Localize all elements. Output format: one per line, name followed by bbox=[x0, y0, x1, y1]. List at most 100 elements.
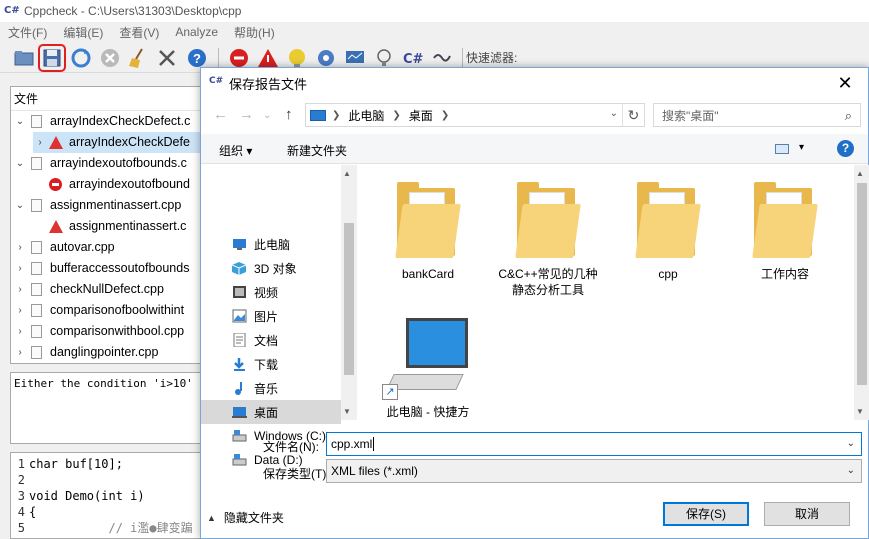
folder-item[interactable]: C&C++常见的几种静态分析工具 bbox=[493, 182, 603, 298]
view-options-icon[interactable] bbox=[775, 144, 789, 154]
menu-view[interactable]: 查看(V) bbox=[111, 24, 167, 41]
nav-scrollbar[interactable]: ▲ ▼ bbox=[341, 165, 357, 420]
menu-help[interactable]: 帮助(H) bbox=[226, 24, 283, 41]
file-icon bbox=[31, 262, 42, 275]
tree-row-label: bufferaccessoutofbounds bbox=[50, 261, 190, 275]
code-line: 1 char buf[10]; bbox=[11, 456, 207, 472]
folder-item[interactable]: cpp bbox=[613, 182, 723, 282]
tree-row[interactable]: › bufferaccessoutofbounds bbox=[13, 258, 189, 279]
nav-item-label: 3D 对象 bbox=[254, 261, 297, 276]
files-scrollbar[interactable]: ▲ ▼ bbox=[854, 165, 869, 420]
tree-row-label: assignmentinassert.c bbox=[69, 219, 187, 233]
chevron-right-icon[interactable]: › bbox=[13, 258, 27, 279]
recent-locations-chevron-icon[interactable]: ⌄ bbox=[263, 110, 271, 121]
tree-row[interactable]: assignmentinassert.c bbox=[33, 216, 186, 237]
settings-button[interactable] bbox=[155, 46, 179, 70]
tree-row[interactable]: ⌄ assignmentinassert.cpp bbox=[13, 195, 181, 216]
folder-item[interactable]: bankCard bbox=[373, 182, 483, 282]
help-icon[interactable]: ? bbox=[837, 140, 854, 157]
tree-row[interactable]: arrayindexoutofbound bbox=[33, 174, 190, 195]
dialog-title: 保存报告文件 bbox=[229, 76, 308, 92]
tree-row[interactable]: › comparisonofboolwithint bbox=[13, 300, 184, 321]
command-bar: 组织 ▾ 新建文件夹 ▾ ? bbox=[201, 134, 868, 164]
breadcrumb-desktop[interactable]: 桌面 bbox=[409, 107, 433, 124]
chevron-right-icon[interactable]: › bbox=[13, 342, 27, 363]
scroll-down-icon[interactable]: ▼ bbox=[856, 407, 864, 416]
tree-row[interactable]: ⌄ arrayIndexCheckDefect.c bbox=[13, 111, 190, 132]
scroll-thumb[interactable] bbox=[857, 183, 867, 385]
results-tree: 文件 ⌄ arrayIndexCheckDefect.c › arrayIndexCh… bbox=[10, 86, 208, 364]
chevron-down-icon[interactable]: ⌄ bbox=[610, 108, 618, 119]
clear-button[interactable] bbox=[126, 46, 150, 70]
up-arrow-icon[interactable]: ↑ bbox=[285, 106, 293, 123]
nav-item[interactable]: 文档 bbox=[201, 328, 341, 352]
forward-arrow-icon[interactable]: → bbox=[239, 106, 254, 123]
refresh-icon[interactable]: ↻ bbox=[622, 104, 644, 126]
tree-row[interactable]: › danglingpointer.cpp bbox=[13, 342, 158, 363]
menu-edit[interactable]: 编辑(E) bbox=[55, 24, 111, 41]
nav-item[interactable]: 音乐 bbox=[201, 376, 341, 400]
code-text: void Demo(int i) bbox=[29, 489, 145, 503]
nav-item[interactable]: 桌面 bbox=[201, 400, 341, 424]
search-icon: ⌕ bbox=[844, 108, 852, 123]
chevron-right-icon[interactable]: › bbox=[13, 321, 27, 342]
nav-item[interactable]: 3D 对象 bbox=[201, 256, 341, 280]
filetype-row: 保存类型(T): XML files (*.xml) ⌄ bbox=[201, 459, 868, 485]
code-line: 4{ bbox=[11, 504, 207, 520]
code-text: char buf[10]; bbox=[29, 457, 123, 471]
tree-row[interactable]: › comparisonwithbool.cpp bbox=[13, 321, 184, 342]
file-icon bbox=[31, 157, 42, 170]
filename-value: cpp.xml bbox=[331, 437, 373, 451]
file-icon bbox=[31, 346, 42, 359]
chevron-right-icon[interactable]: › bbox=[33, 132, 47, 153]
search-input[interactable]: 搜索"桌面" ⌕ bbox=[653, 103, 861, 127]
new-folder-button[interactable]: 新建文件夹 bbox=[287, 142, 347, 159]
scroll-up-icon[interactable]: ▲ bbox=[343, 169, 351, 178]
chevron-down-icon[interactable]: ⌄ bbox=[13, 153, 27, 174]
cppcheck-logo-icon: C# bbox=[4, 5, 20, 16]
open-folder-button[interactable] bbox=[12, 46, 36, 70]
nav-item[interactable]: 视频 bbox=[201, 280, 341, 304]
menu-file[interactable]: 文件(F) bbox=[0, 24, 55, 41]
tree-row[interactable]: › arrayIndexCheckDefe bbox=[33, 132, 207, 153]
chevron-down-icon[interactable]: ▾ bbox=[799, 142, 804, 153]
nav-item[interactable]: 图片 bbox=[201, 304, 341, 328]
save-confirm-button[interactable]: 保存(S) bbox=[663, 502, 749, 526]
folder-item[interactable]: 工作内容 bbox=[730, 182, 840, 282]
organize-menu[interactable]: 组织 ▾ bbox=[219, 142, 252, 159]
chevron-right-icon[interactable]: › bbox=[13, 237, 27, 258]
filename-input[interactable]: cpp.xml ⌄ bbox=[326, 432, 862, 456]
address-bar[interactable]: ❯ 此电脑 ❯ 桌面 ❯ ⌄ ↻ bbox=[305, 103, 645, 127]
shortcut-item[interactable]: ↗ 此电脑 - 快捷方 bbox=[373, 318, 483, 420]
chevron-right-icon[interactable]: › bbox=[13, 300, 27, 321]
tree-row[interactable]: ⌄ arrayindexoutofbounds.c bbox=[13, 153, 187, 174]
nav-item[interactable]: 下载 bbox=[201, 352, 341, 376]
nav-item[interactable]: 此电脑 bbox=[201, 232, 341, 256]
stop-button[interactable] bbox=[98, 46, 122, 70]
back-arrow-icon[interactable]: ← bbox=[213, 106, 228, 123]
scroll-up-icon[interactable]: ▲ bbox=[856, 169, 864, 178]
menu-analyze[interactable]: Analyze bbox=[167, 25, 226, 39]
cancel-button[interactable]: 取消 bbox=[764, 502, 850, 526]
tree-row[interactable]: › checkNullDefect.cpp bbox=[13, 279, 164, 300]
hide-folders-toggle[interactable]: ▲ 隐藏文件夹 bbox=[207, 509, 284, 526]
chevron-right-icon[interactable]: › bbox=[13, 279, 27, 300]
chevron-down-icon[interactable]: ⌄ bbox=[13, 111, 27, 132]
save-button[interactable] bbox=[38, 44, 66, 72]
save-report-dialog: C# 保存报告文件 ✕ ← → ⌄ ↑ ❯ 此电脑 ❯ 桌面 ❯ ⌄ ↻ 搜索"… bbox=[200, 67, 869, 539]
hide-folders-label: 隐藏文件夹 bbox=[223, 511, 284, 525]
chevron-down-icon[interactable]: ⌄ bbox=[847, 433, 855, 455]
reload-button[interactable] bbox=[69, 46, 93, 70]
scroll-down-icon[interactable]: ▼ bbox=[343, 407, 351, 416]
breadcrumb-this-pc[interactable]: 此电脑 bbox=[348, 107, 384, 124]
line-number: 5 bbox=[17, 521, 25, 535]
scroll-thumb[interactable] bbox=[344, 223, 354, 375]
filetype-select[interactable]: XML files (*.xml) ⌄ bbox=[326, 459, 862, 483]
line-number: 3 bbox=[17, 489, 25, 503]
quick-filter-label: 快速滤器: bbox=[466, 51, 518, 65]
line-number: 1 bbox=[17, 457, 25, 471]
broom-icon bbox=[129, 48, 143, 68]
close-button[interactable]: ✕ bbox=[822, 68, 868, 98]
tree-row[interactable]: › autovar.cpp bbox=[13, 237, 115, 258]
chevron-down-icon[interactable]: ⌄ bbox=[13, 195, 27, 216]
